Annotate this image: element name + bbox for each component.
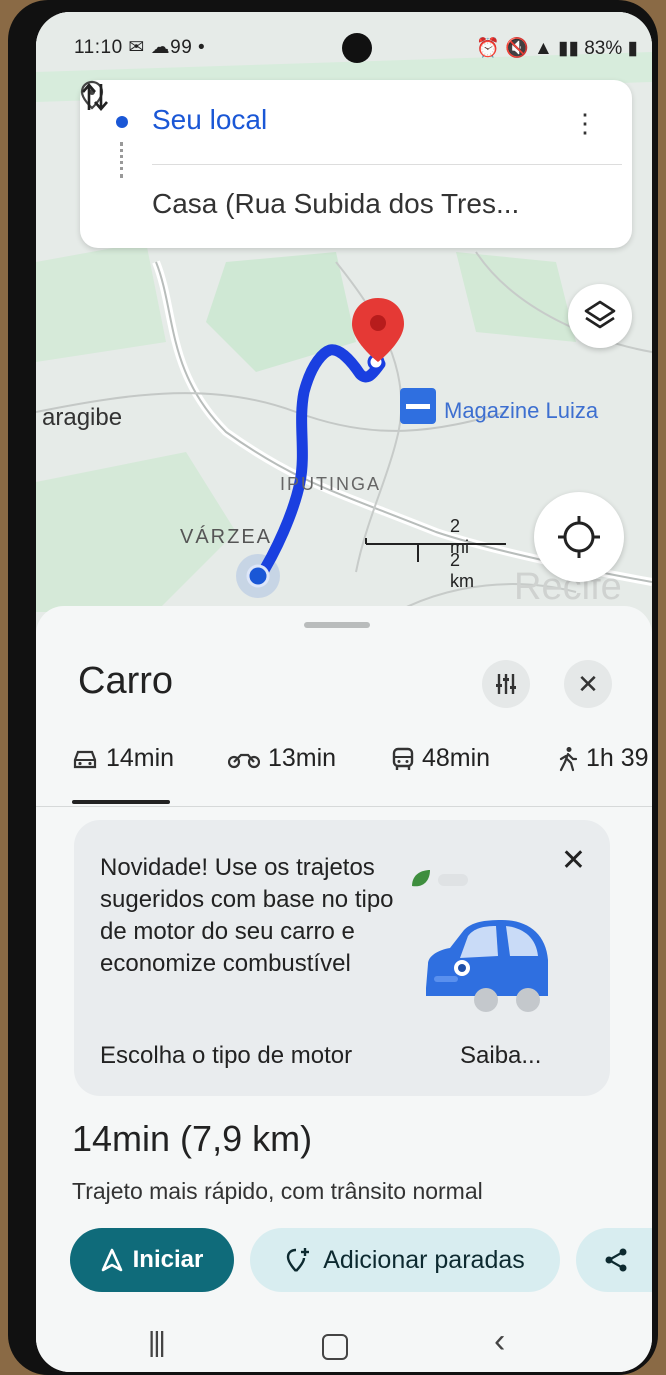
status-icons: ⏰ 🔇 ▲ ▮▮ 83% ▮ xyxy=(476,38,638,59)
tab-motorcycle-label: 13min xyxy=(268,744,337,772)
learn-more-link[interactable]: Saiba... xyxy=(460,1042,541,1070)
map-label-aragibe: aragibe xyxy=(42,404,123,431)
map-label-varzea: VÁRZEA xyxy=(180,526,273,548)
route-connector xyxy=(120,142,127,178)
travel-mode-tabs: 14min 13min 48min 1h 39 xyxy=(36,730,652,807)
tab-car-label: 14min xyxy=(106,744,175,772)
tab-walk-label: 1h 39 xyxy=(586,744,649,772)
directions-sheet: Carro ✕ 14min 13min 48min 1h 39 Novidade… xyxy=(36,606,652,1372)
sliders-icon xyxy=(496,674,516,694)
eta-detail: Trajeto mais rápido, com trânsito normal xyxy=(72,1178,483,1204)
route-card: Seu local Casa (Rua Subida dos Tres... ⋮ xyxy=(80,80,632,248)
layers-icon xyxy=(584,300,616,329)
tab-car[interactable]: 14min xyxy=(72,744,174,773)
phone-frame: aragibe VÁRZEA IPUTINGA Magazine Luiza R… xyxy=(8,0,658,1375)
wifi-icon: ▲ xyxy=(533,38,553,59)
mute-icon: 🔇 xyxy=(504,38,529,59)
alarm-icon: ⏰ xyxy=(476,38,500,59)
add-stops-button[interactable]: Adicionar paradas xyxy=(250,1228,560,1292)
start-button-label: Iniciar xyxy=(132,1246,204,1273)
map-label-magazine-luiza[interactable]: Magazine Luiza xyxy=(444,398,598,424)
close-button[interactable]: ✕ xyxy=(564,660,612,708)
screen: aragibe VÁRZEA IPUTINGA Magazine Luiza R… xyxy=(36,12,652,1372)
map-label-iputinga: IPUTINGA xyxy=(280,474,382,494)
notification-count: 99 xyxy=(170,37,193,58)
cloud-icon: ☁ xyxy=(150,37,171,58)
eta-summary: 14min (7,9 km) xyxy=(72,1118,313,1159)
destination-field[interactable]: Casa (Rua Subida dos Tres... xyxy=(152,188,519,220)
front-camera xyxy=(342,33,372,63)
more-options-icon[interactable]: ⋮ xyxy=(572,110,598,136)
drag-handle[interactable] xyxy=(304,622,370,628)
tab-transit[interactable]: 48min xyxy=(392,744,490,773)
system-nav-bar: ||| ‹ xyxy=(36,1306,652,1372)
sheet-title: Carro xyxy=(78,660,174,702)
home-icon[interactable] xyxy=(322,1334,348,1360)
divider xyxy=(152,164,622,165)
choose-engine-link[interactable]: Escolha o tipo de motor xyxy=(100,1042,352,1070)
active-tab-indicator xyxy=(72,800,170,804)
promo-close-icon[interactable]: ✕ xyxy=(561,846,586,876)
tab-walk[interactable]: 1h 39 xyxy=(558,744,649,773)
origin-dot-icon xyxy=(116,116,128,128)
motorcycle-icon xyxy=(228,753,260,768)
map-view[interactable]: aragibe VÁRZEA IPUTINGA Magazine Luiza R… xyxy=(36,12,652,632)
crosshair-icon xyxy=(558,516,600,558)
promo-card: Novidade! Use os trajetos sugeridos com … xyxy=(74,820,610,1096)
route-options-button[interactable] xyxy=(482,660,530,708)
mail-icon: ✉ xyxy=(128,37,145,58)
swap-icon[interactable] xyxy=(80,80,110,114)
recent-apps-icon[interactable]: ||| xyxy=(148,1328,166,1356)
car-icon xyxy=(73,750,97,768)
origin-field[interactable]: Seu local xyxy=(152,104,267,136)
battery-level: 83% xyxy=(584,38,623,59)
add-location-icon xyxy=(287,1248,310,1272)
eco-leaf-icon xyxy=(412,870,468,887)
promo-text: Novidade! Use os trajetos sugeridos com … xyxy=(100,854,394,977)
walk-icon xyxy=(559,746,578,771)
start-button[interactable]: Iniciar xyxy=(70,1228,234,1292)
status-time: 11:10 ✉ ☁99 • xyxy=(74,37,206,58)
back-icon[interactable]: ‹ xyxy=(494,1324,505,1358)
layers-button[interactable] xyxy=(568,284,632,348)
battery-icon: ▮ xyxy=(627,38,638,59)
share-icon xyxy=(605,1248,627,1272)
navigation-arrow-icon xyxy=(101,1248,122,1272)
scale-km: 2 km xyxy=(450,550,474,591)
share-button[interactable] xyxy=(576,1228,652,1292)
tab-transit-label: 48min xyxy=(422,744,491,772)
transit-icon xyxy=(392,747,414,770)
add-stops-label: Adicionar paradas xyxy=(323,1245,525,1274)
close-icon: ✕ xyxy=(577,668,599,699)
car-illustration xyxy=(426,920,548,1012)
tab-motorcycle[interactable]: 13min xyxy=(228,744,336,773)
my-location-button[interactable] xyxy=(534,492,624,582)
